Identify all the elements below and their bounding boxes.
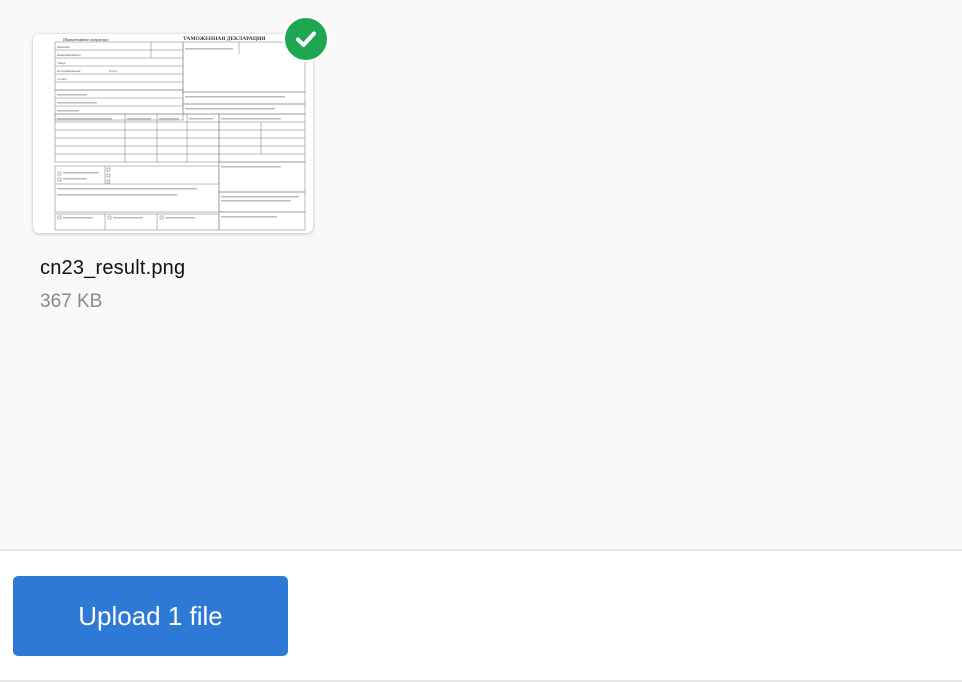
upload-footer: Upload 1 file [0,551,962,680]
row-label: Компания/Фирма [57,53,81,57]
row-label: Улица [57,61,66,65]
row-label: Страна [57,77,67,81]
upload-button[interactable]: Upload 1 file [13,576,288,656]
file-list-area: (Наименование оператора) ТАМОЖЕННАЯ ДЕКЛ… [0,0,962,549]
row-label: Город [109,69,117,73]
header-note: (Наименование оператора) [63,37,109,42]
customs-form-preview: (Наименование оператора) ТАМОЖЕННАЯ ДЕКЛ… [54,36,306,231]
row-label: Почтовый индекс [57,69,81,73]
upload-complete-check-icon [283,16,329,62]
form-title: ТАМОЖЕННАЯ ДЕКЛАРАЦИЯ [183,36,265,42]
file-item: (Наименование оператора) ТАМОЖЕННАЯ ДЕКЛ… [33,16,329,324]
file-size: 367 KB [40,291,103,312]
file-thumbnail: (Наименование оператора) ТАМОЖЕННАЯ ДЕКЛ… [33,34,313,233]
file-name: cn23_result.png [40,257,186,279]
row-label: Фамилия [57,45,70,49]
